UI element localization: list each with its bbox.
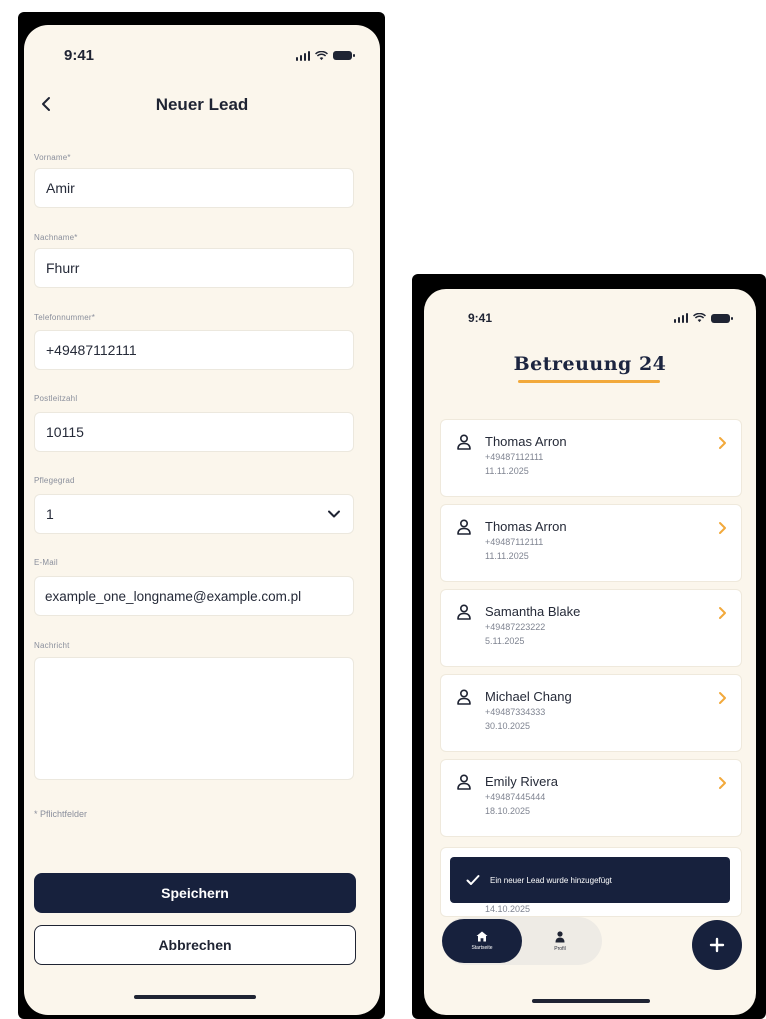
lead-card[interactable]: Samantha Blake +49487223222 5.11.2025: [440, 589, 742, 667]
check-icon: [466, 875, 480, 885]
tab-profile-label: Profil: [554, 945, 566, 952]
lead-date: 14.10.2025: [485, 904, 531, 914]
tab-home-label: Startseite: [471, 945, 493, 951]
required-fields-hint: * Pflichtfelder: [34, 809, 88, 819]
lead-card[interactable]: Thomas Arron +49487112111 11.11.2025: [440, 504, 742, 582]
lead-date: 18.10.2025: [485, 806, 531, 816]
home-indicator: [134, 995, 256, 999]
lead-name: Thomas Arron: [485, 434, 567, 449]
plus-icon: [709, 937, 725, 953]
email-input[interactable]: example_one_longname@example.com.pl: [34, 576, 354, 616]
person-icon: [457, 434, 471, 450]
zip-label: Postleitzahl: [34, 394, 78, 403]
person-icon: [457, 689, 471, 705]
chevron-right-icon: [719, 437, 726, 449]
last-name-label: Nachname*: [34, 233, 78, 242]
toast-message: Ein neuer Lead wurde hinzugefügt: [490, 875, 612, 885]
care-level-select[interactable]: 1: [34, 494, 354, 534]
tab-profile[interactable]: Profil: [530, 919, 590, 963]
wifi-icon: [693, 313, 706, 323]
lead-name: Emily Rivera: [485, 774, 558, 789]
lead-date: 11.11.2025: [485, 551, 529, 561]
lead-list-screen: 9:41 Betreuung 24 Thomas Arron +494871121…: [424, 289, 756, 1015]
tab-home[interactable]: Startseite: [442, 919, 522, 963]
lead-date: 30.10.2025: [485, 721, 531, 731]
lead-card[interactable]: Michael Chang +49487334333 30.10.2025: [440, 674, 742, 752]
success-toast: Ein neuer Lead wurde hinzugefügt: [450, 857, 730, 903]
save-button[interactable]: Speichern: [34, 873, 356, 913]
chevron-right-icon: [719, 522, 726, 534]
lead-card[interactable]: Emily Rivera +49487445444 18.10.2025: [440, 759, 742, 837]
lead-name: Samantha Blake: [485, 604, 581, 619]
person-icon: [457, 774, 471, 790]
lead-phone: +49487445444: [485, 792, 546, 802]
status-bar: 9:41: [424, 311, 756, 325]
lead-phone: +49487112111: [485, 537, 544, 547]
cancel-button[interactable]: Abbrechen: [34, 925, 356, 965]
lead-card[interactable]: Thomas Arron +49487112111 11.11.2025: [440, 419, 742, 497]
chevron-right-icon: [719, 777, 726, 789]
brand-underline: [518, 380, 660, 383]
brand-logo: Betreuung 24: [513, 353, 667, 375]
phone-label: Telefonnummer*: [34, 313, 96, 322]
lead-phone: +49487334333: [485, 707, 546, 717]
battery-icon: [333, 51, 355, 60]
home-icon: [476, 931, 488, 942]
battery-icon: [711, 313, 733, 323]
wifi-icon: [315, 50, 328, 60]
profile-icon: [555, 930, 565, 942]
first-name-label: Vorname*: [34, 153, 71, 162]
status-time: 9:41: [64, 47, 95, 64]
person-icon: [457, 604, 471, 620]
signal-icon: [295, 50, 310, 61]
signal-icon: [673, 313, 688, 323]
message-label: Nachricht: [34, 641, 70, 650]
home-indicator: [532, 999, 650, 1003]
add-lead-button[interactable]: [692, 920, 742, 970]
lead-date: 5.11.2025: [485, 636, 525, 646]
lead-phone: +49487223222: [485, 622, 546, 632]
phone-input[interactable]: +49487112111: [34, 330, 354, 370]
new-lead-screen: 9:41 Neuer Lead Vorname* Amir Nachname* …: [24, 25, 380, 1015]
last-name-input[interactable]: Fhurr: [34, 248, 354, 288]
lead-name: Thomas Arron: [485, 519, 567, 534]
first-name-input[interactable]: Amir: [34, 168, 354, 208]
person-icon: [457, 519, 471, 535]
lead-phone: +49487112111: [485, 452, 544, 462]
status-bar: 9:41: [24, 47, 380, 64]
chevron-down-icon: [328, 510, 340, 518]
lead-name: Michael Chang: [485, 689, 572, 704]
care-level-label: Pflegegrad: [34, 476, 75, 485]
lead-date: 11.11.2025: [485, 466, 529, 476]
zip-input[interactable]: 10115: [34, 412, 354, 452]
chevron-right-icon: [719, 692, 726, 704]
chevron-right-icon: [719, 607, 726, 619]
message-textarea[interactable]: [34, 657, 354, 780]
status-time: 9:41: [468, 311, 493, 325]
email-label: E-Mail: [34, 558, 58, 567]
page-title: Neuer Lead: [155, 95, 249, 114]
